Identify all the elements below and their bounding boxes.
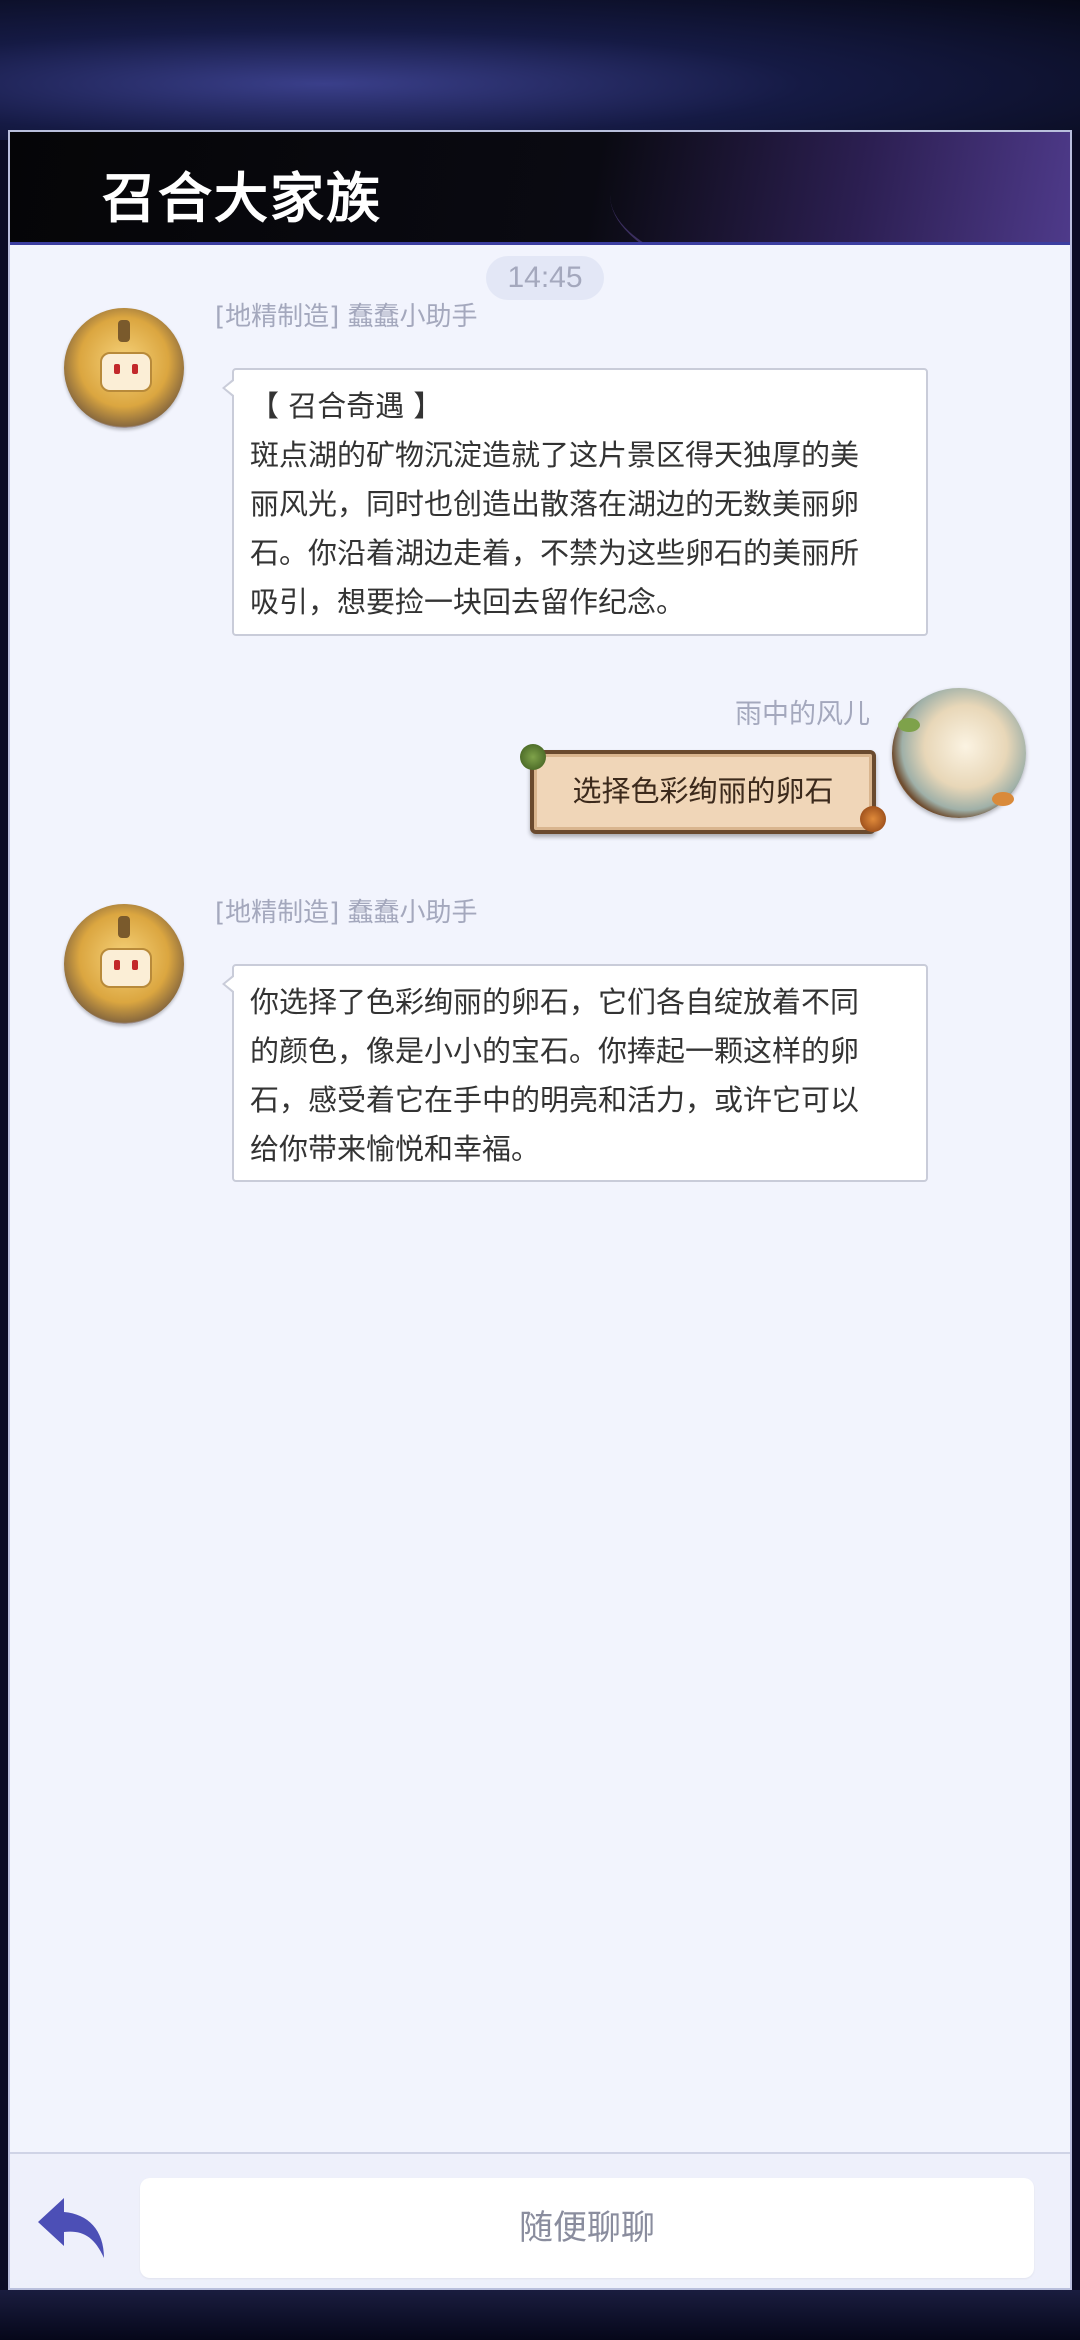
message-timestamp: 14:45: [486, 256, 604, 300]
message-line: 【 召合奇遇 】: [250, 389, 443, 423]
back-arrow-icon: [38, 2198, 104, 2258]
bot-face-icon: [100, 352, 152, 392]
message-line: 石，感受着它在手中的明亮和活力，或许它可以: [250, 1083, 860, 1117]
bubble-tail: [222, 378, 235, 398]
sender-name: [地精制造] 蠢蠢小助手: [215, 898, 478, 928]
user-name: 雨中的风儿: [735, 699, 870, 730]
back-button[interactable]: [32, 2192, 112, 2264]
message-line: 的颜色，像是小小的宝石。你捧起一颗这样的卵: [250, 1034, 860, 1068]
chat-footer: 随便聊聊: [10, 2152, 1070, 2288]
bubble-tail: [222, 974, 235, 994]
bot-antenna-decoration: [118, 320, 130, 342]
bot-face-icon: [100, 948, 152, 988]
user-avatar[interactable]: [892, 688, 1026, 818]
chat-input[interactable]: 随便聊聊: [140, 2178, 1034, 2278]
message-line: 吸引，想要捡一块回去留作纪念。: [250, 585, 686, 619]
message-line: 你选择了色彩绚丽的卵石，它们各自绽放着不同: [250, 985, 860, 1019]
flower-decoration-icon: [992, 792, 1014, 806]
leaf-decoration-icon: [898, 718, 920, 732]
message-line: 石。你沿着湖边走着，不禁为这些卵石的美丽所: [250, 536, 860, 570]
choice-message-bubble: 选择色彩绚丽的卵石: [520, 744, 886, 834]
flower-decoration-icon: [860, 806, 886, 832]
bot-avatar[interactable]: [64, 308, 184, 428]
message-bubble: 【 召合奇遇 】 斑点湖的矿物沉淀造就了这片景区得天独厚的美 丽风光，同时也创造…: [222, 368, 928, 636]
leaf-decoration-icon: [520, 744, 546, 770]
header-decoration: [610, 132, 1070, 242]
message-line: 给你带来愉悦和幸福。: [250, 1132, 541, 1166]
bot-avatar[interactable]: [64, 904, 184, 1024]
choice-text: 选择色彩绚丽的卵石: [572, 774, 834, 808]
message-line: 丽风光，同时也创造出散落在湖边的无数美丽卵: [250, 487, 860, 521]
background-bottom: [0, 2290, 1080, 2340]
chat-panel: 召合大家族 14:45 [地精制造] 蠢蠢小助手 【 召合奇遇 】 斑点湖的矿物…: [8, 130, 1072, 2290]
bot-antenna-decoration: [118, 916, 130, 938]
message-line: 斑点湖的矿物沉淀造就了这片景区得天独厚的美: [250, 438, 860, 472]
page-title: 召合大家族: [102, 166, 382, 230]
panel-header: 召合大家族: [10, 132, 1070, 245]
message-bubble: 你选择了色彩绚丽的卵石，它们各自绽放着不同 的颜色，像是小小的宝石。你捧起一颗这…: [222, 964, 928, 1182]
background-top: [0, 0, 1080, 140]
sender-name: [地精制造] 蠢蠢小助手: [215, 302, 478, 332]
